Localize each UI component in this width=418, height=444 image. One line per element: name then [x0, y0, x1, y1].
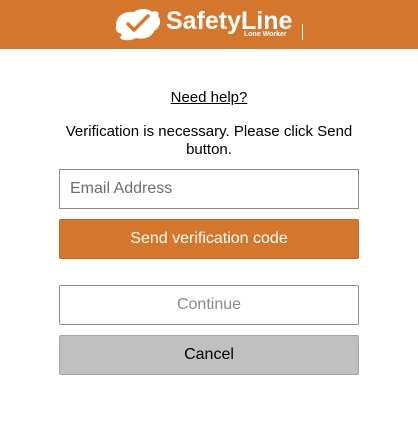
- brand-tagline: Lone Worker: [244, 31, 287, 38]
- safetyline-bird-logo-icon: [115, 9, 161, 41]
- logo-divider: [302, 24, 303, 40]
- email-address-input[interactable]: [59, 169, 359, 209]
- verification-message: Verification is necessary. Please click …: [65, 123, 353, 158]
- safetyline-logo: SafetyLine Lone Worker: [112, 6, 312, 46]
- cancel-button[interactable]: Cancel: [59, 335, 359, 375]
- need-help-link[interactable]: Need help?: [0, 89, 418, 106]
- app-header: SafetyLine Lone Worker: [0, 0, 418, 49]
- send-verification-code-button[interactable]: Send verification code: [59, 219, 359, 259]
- continue-button[interactable]: Continue: [59, 285, 359, 325]
